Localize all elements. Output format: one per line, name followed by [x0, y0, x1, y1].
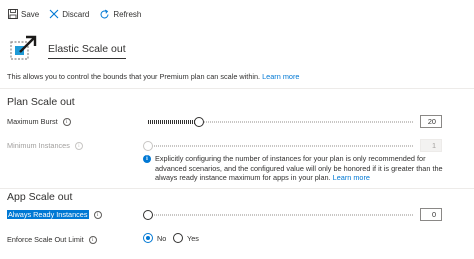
description-text: This allows you to control the bounds th…: [7, 72, 261, 81]
refresh-label: Refresh: [113, 9, 142, 19]
always-ready-instances-label-text: Always Ready Instances: [7, 210, 89, 219]
save-button[interactable]: Save: [8, 9, 39, 19]
discard-label: Discard: [62, 9, 90, 19]
scale-out-icon: [8, 34, 38, 64]
app-scale-out-heading: App Scale out: [7, 191, 73, 203]
radio-yes[interactable]: Yes: [173, 233, 199, 243]
always-ready-instances-input[interactable]: 0: [420, 208, 442, 221]
refresh-icon: [100, 9, 109, 18]
maximum-burst-label-text: Maximum Burst: [7, 117, 58, 126]
plan-scale-out-heading: Plan Scale out: [7, 96, 75, 108]
info-message-text: Explicitly configuring the number of ins…: [155, 154, 443, 183]
blade-header: Elastic Scale out: [8, 34, 126, 64]
radio-button-selected[interactable]: [143, 233, 153, 243]
info-icon[interactable]: i: [62, 117, 71, 126]
info-learn-more-link[interactable]: Learn more: [333, 173, 370, 182]
info-message: i Explicitly configuring the number of i…: [143, 154, 443, 183]
maximum-burst-input[interactable]: 20: [420, 115, 442, 128]
slider-thumb[interactable]: [143, 141, 153, 151]
page-title: Elastic Scale out: [48, 43, 126, 59]
command-bar: Save Discard Refresh: [0, 0, 474, 28]
minimum-instances-input[interactable]: 1: [420, 139, 442, 152]
radio-yes-label: Yes: [187, 233, 199, 243]
slider-track: [148, 145, 413, 147]
slider-thumb[interactable]: [143, 210, 153, 220]
discard-icon: [49, 9, 59, 19]
info-icon[interactable]: i: [88, 235, 97, 244]
always-ready-instances-slider[interactable]: [143, 210, 413, 220]
save-label: Save: [21, 9, 40, 19]
info-icon[interactable]: i: [93, 210, 102, 219]
minimum-instances-slider[interactable]: [143, 141, 413, 151]
minimum-instances-label-text: Minimum Instances: [7, 141, 70, 150]
divider: [0, 88, 474, 89]
always-ready-instances-label: Always Ready Instances i: [7, 210, 102, 219]
learn-more-link[interactable]: Learn more: [262, 72, 299, 81]
page-description: This allows you to control the bounds th…: [7, 72, 299, 81]
maximum-burst-label: Maximum Burst i: [7, 117, 71, 126]
enforce-scale-out-limit-label-text: Enforce Scale Out Limit: [7, 235, 84, 244]
info-circle-icon: i: [143, 155, 151, 163]
slider-track: [148, 214, 413, 216]
radio-button[interactable]: [173, 233, 183, 243]
divider: [0, 188, 474, 189]
discard-button[interactable]: Discard: [49, 9, 89, 19]
slider-fill: [148, 120, 199, 124]
info-icon[interactable]: i: [74, 141, 83, 150]
enforce-scale-out-limit-label: Enforce Scale Out Limit i: [7, 235, 97, 244]
slider-thumb[interactable]: [194, 117, 204, 127]
radio-no[interactable]: No: [143, 233, 166, 243]
maximum-burst-slider[interactable]: [148, 117, 413, 127]
minimum-instances-label: Minimum Instances i: [7, 141, 83, 150]
info-message-body: Explicitly configuring the number of ins…: [155, 154, 443, 183]
radio-no-label: No: [157, 233, 167, 243]
refresh-button[interactable]: Refresh: [99, 9, 141, 20]
save-icon: [8, 9, 18, 19]
